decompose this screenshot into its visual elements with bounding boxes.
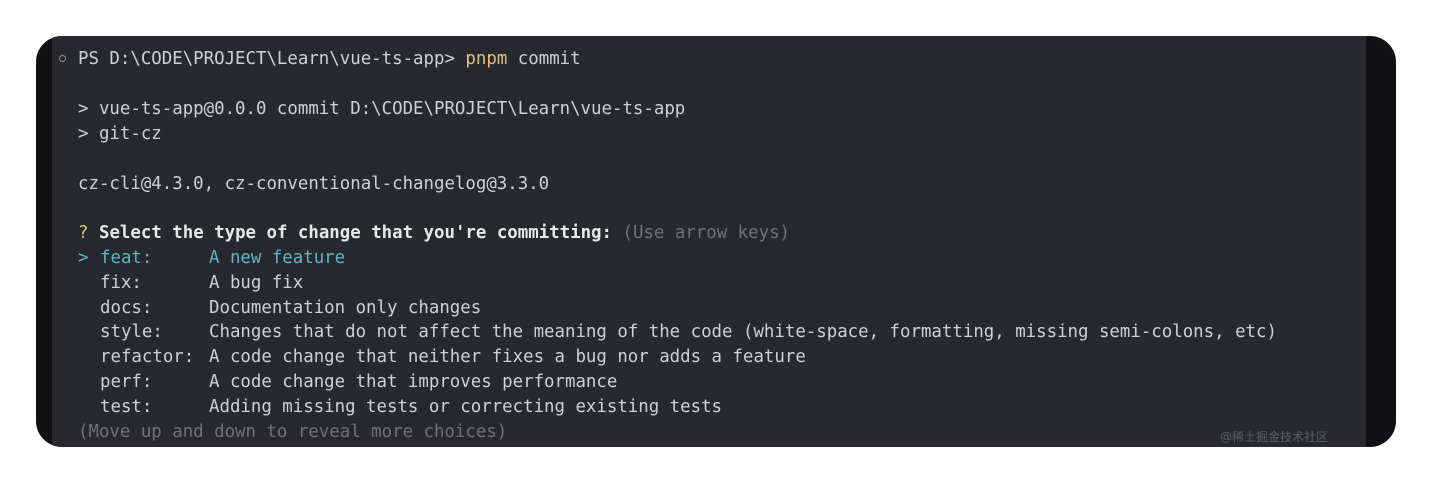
choice-type: test:	[100, 396, 153, 417]
choice-description: Adding missing tests or correcting exist…	[209, 396, 723, 417]
choice-description: A code change that improves performance	[209, 372, 618, 392]
choice-item-refactor[interactable]: refactor: A code change that neither fixe…	[78, 345, 1378, 369]
choice-type: refactor:	[100, 347, 195, 368]
command-argument: commit	[517, 49, 581, 69]
choice-type: fix:	[100, 272, 142, 293]
choice-description: A code change that neither fixes a bug n…	[209, 347, 806, 368]
watermark: @稀土掘金技术社区	[1219, 430, 1328, 444]
choice-description: Changes that do not affect the meaning o…	[209, 322, 1277, 343]
choice-item-test[interactable]: test: Adding missing tests or correcting …	[78, 395, 1378, 419]
choice-type: style:	[100, 322, 163, 343]
question-hint: (Use arrow keys)	[622, 223, 791, 243]
command-binary: pnpm	[465, 49, 508, 69]
choice-description: A new feature	[209, 248, 346, 268]
choice-pointer-icon: >	[78, 248, 89, 268]
question-mark-icon: ?	[78, 223, 89, 243]
choice-item-style[interactable]: style: Changes that do not affect the mea…	[78, 320, 1378, 344]
choice-type: feat:	[100, 248, 153, 268]
script-output-line-1: > vue-ts-app@0.0.0 commit D:\CODE\PROJEC…	[78, 99, 686, 119]
choice-description: Documentation only changes	[209, 297, 482, 318]
choice-item-feat[interactable]: > feat: A new feature	[78, 246, 1378, 270]
choice-description: A bug fix	[209, 272, 304, 293]
question-text: Select the type of change that you're co…	[98, 223, 613, 243]
more-choices-hint: (Move up and down to reveal more choices…	[78, 422, 508, 442]
choice-type: docs:	[100, 297, 153, 318]
choice-type: perf:	[100, 372, 153, 392]
command-status-icon[interactable]	[59, 55, 66, 62]
prompt-line: PS D:\CODE\PROJECT\Learn\vue-ts-app> pnp…	[78, 47, 581, 71]
choice-item-fix[interactable]: fix: A bug fix	[78, 271, 1378, 295]
choice-item-perf[interactable]: perf: A code change that improves perform…	[78, 370, 1378, 394]
script-output-line-2: > git-cz	[78, 124, 162, 144]
question-line: ? Select the type of change that you're …	[78, 221, 790, 245]
terminal-panel[interactable]: PS D:\CODE\PROJECT\Learn\vue-ts-app> pnp…	[52, 36, 1366, 447]
terminal-window: PS D:\CODE\PROJECT\Learn\vue-ts-app> pnp…	[36, 36, 1396, 447]
prompt-path: PS D:\CODE\PROJECT\Learn\vue-ts-app>	[78, 49, 455, 69]
choice-item-docs[interactable]: docs: Documentation only changes	[78, 296, 1378, 320]
version-line: cz-cli@4.3.0, cz-conventional-changelog@…	[78, 174, 550, 194]
